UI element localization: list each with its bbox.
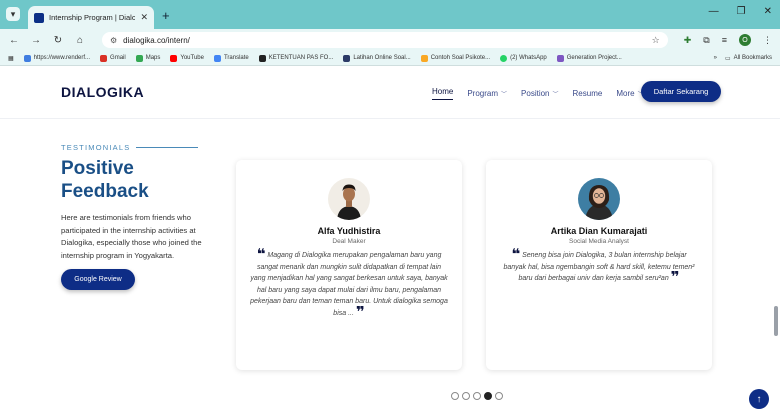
new-tab-icon[interactable]: + xyxy=(162,8,170,23)
bookmark-item[interactable]: YouTube xyxy=(170,54,204,62)
browser-tab[interactable]: Internship Program | Dialogika ✕ xyxy=(28,6,154,29)
apps-grid-icon[interactable]: ▦ xyxy=(8,55,14,62)
close-window-icon[interactable]: ✕ xyxy=(764,6,772,17)
section-headline: Positive Feedback xyxy=(61,158,149,202)
google-review-button[interactable]: Google Review xyxy=(61,269,135,290)
alfa-photo-icon xyxy=(328,178,370,220)
folder-outline-icon: ▭ xyxy=(724,55,731,62)
browser-toolbar: ← → ↻ ⌂ ⚙ dialogika.co/intern/ ☆ ✚ ⧉ ≡ O… xyxy=(0,29,780,51)
bookmarks-right: » ▭ All Bookmarks xyxy=(714,55,772,62)
section-intro: Here are testimonials from friends who p… xyxy=(61,213,202,260)
web-page: DIALOGIKA Home Program ﹀ Position ﹀ Resume… xyxy=(0,66,780,414)
testimonial-name: Artika Dian Kumarajati xyxy=(550,226,648,236)
carousel-dot[interactable] xyxy=(451,392,459,400)
section-eyebrow: TESTIMONIALS xyxy=(61,143,199,152)
bookmark-item[interactable]: Maps xyxy=(135,54,160,62)
back-to-top-button[interactable]: ↑ xyxy=(749,389,769,409)
bookmarks-bar: ▦ https://www.renderf... Gmail Maps YouT… xyxy=(0,51,780,66)
testimonial-quote: ❝ Seneng bisa join Dialogika, 3 bulan in… xyxy=(503,246,695,286)
bookmark-star-icon[interactable]: ☆ xyxy=(652,35,660,46)
quote-open-icon: ❝ xyxy=(256,246,266,263)
forward-icon[interactable]: → xyxy=(30,35,42,46)
media-icon[interactable]: ≡ xyxy=(722,35,727,45)
bookmark-item[interactable]: (2) WhatsApp xyxy=(500,54,547,62)
daftar-sekarang-button[interactable]: Daftar Sekarang xyxy=(641,81,721,102)
quote-close-icon: ❞ xyxy=(670,269,680,286)
whatsapp-icon xyxy=(500,54,508,62)
chevron-down-icon: ﹀ xyxy=(552,92,559,98)
bookmark-item[interactable]: Generation Project... xyxy=(556,54,622,62)
window-controls: — ❐ ✕ xyxy=(709,6,772,17)
latihan-icon xyxy=(343,54,351,62)
generation-icon xyxy=(556,54,564,62)
toolbar-icons: ✚ ⧉ ≡ O ⋮ xyxy=(684,34,772,46)
testimonial-card: Alfa Yudhistira Deal Maker ❝ Magang di D… xyxy=(236,160,462,370)
more-bookmarks-icon[interactable]: » xyxy=(714,55,717,61)
browser-tabstrip: ▾ Internship Program | Dialogika ✕ + — ❐… xyxy=(0,0,780,29)
testimonial-card: Artika Dian Kumarajati Social Media Anal… xyxy=(486,160,712,370)
maximize-icon[interactable]: ❐ xyxy=(737,6,746,17)
extension-icon[interactable]: ✚ xyxy=(684,35,692,46)
bookmark-item[interactable]: Gmail xyxy=(100,54,126,62)
maps-icon xyxy=(135,54,143,62)
testimonial-role: Social Media Analyst xyxy=(569,238,629,245)
main-nav: Home Program ﹀ Position ﹀ Resume More ﹀ xyxy=(432,87,644,100)
avatar xyxy=(578,178,620,220)
back-icon[interactable]: ← xyxy=(8,35,20,46)
youtube-icon xyxy=(170,54,178,62)
nav-position[interactable]: Position ﹀ xyxy=(521,87,558,100)
quote-open-icon: ❝ xyxy=(511,246,521,263)
ketentuan-icon xyxy=(258,54,266,62)
carousel-dot[interactable] xyxy=(462,392,470,400)
address-url[interactable]: dialogika.co/intern/ xyxy=(123,36,646,45)
gmail-icon xyxy=(100,54,108,62)
bookmark-item[interactable]: Contoh Soal Psikote... xyxy=(420,54,490,62)
quote-close-icon: ❞ xyxy=(355,303,365,321)
bookmark-item[interactable]: KETENTUAN PAS FO... xyxy=(258,54,333,62)
carousel-dot[interactable] xyxy=(484,392,492,400)
nav-resume[interactable]: Resume xyxy=(573,87,603,100)
carousel-dot[interactable] xyxy=(495,392,503,400)
menu-kebab-icon[interactable]: ⋮ xyxy=(763,35,772,46)
translate-icon xyxy=(213,54,221,62)
chevron-down-icon: ﹀ xyxy=(501,92,508,98)
folder-icon xyxy=(420,54,428,62)
avatar xyxy=(328,178,370,220)
address-bar[interactable]: ⚙ dialogika.co/intern/ ☆ xyxy=(102,32,668,48)
home-icon[interactable]: ⌂ xyxy=(74,35,86,46)
tab-close-icon[interactable]: ✕ xyxy=(140,12,148,23)
site-header: DIALOGIKA Home Program ﹀ Position ﹀ Resume… xyxy=(0,66,780,118)
tab-search-icon[interactable]: ▾ xyxy=(6,7,20,21)
nav-program[interactable]: Program ﹀ xyxy=(467,87,507,100)
nav-home[interactable]: Home xyxy=(432,87,454,100)
nav-more[interactable]: More ﹀ xyxy=(616,87,643,100)
dialogika-favicon-icon xyxy=(34,12,44,23)
tab-title: Internship Program | Dialogika xyxy=(49,13,136,22)
carousel-dot[interactable] xyxy=(473,392,481,400)
testimonial-quote: ❝ Magang di Dialogika merupakan pengalam… xyxy=(250,246,448,321)
artika-photo-icon xyxy=(578,178,620,220)
eyebrow-line xyxy=(136,147,199,148)
header-divider xyxy=(0,118,780,119)
bookmark-item[interactable]: Translate xyxy=(213,54,249,62)
scrollbar-thumb[interactable] xyxy=(774,306,778,336)
extensions-puzzle-icon[interactable]: ⧉ xyxy=(703,35,709,46)
bookmark-item[interactable]: Latihan Online Soal... xyxy=(343,54,411,62)
carousel-dots xyxy=(451,392,503,400)
profile-avatar[interactable]: O xyxy=(739,34,751,46)
all-bookmarks[interactable]: ▭ All Bookmarks xyxy=(725,55,772,62)
testimonial-name: Alfa Yudhistira xyxy=(317,226,381,236)
reload-icon[interactable]: ↻ xyxy=(52,35,64,46)
site-logo[interactable]: DIALOGIKA xyxy=(61,84,144,100)
site-info-icon[interactable]: ⚙ xyxy=(110,36,117,45)
testimonial-role: Deal Maker xyxy=(332,238,366,245)
renderforest-icon xyxy=(23,54,31,62)
bookmark-item[interactable]: https://www.renderf... xyxy=(23,54,90,62)
minimize-icon[interactable]: — xyxy=(709,6,719,17)
